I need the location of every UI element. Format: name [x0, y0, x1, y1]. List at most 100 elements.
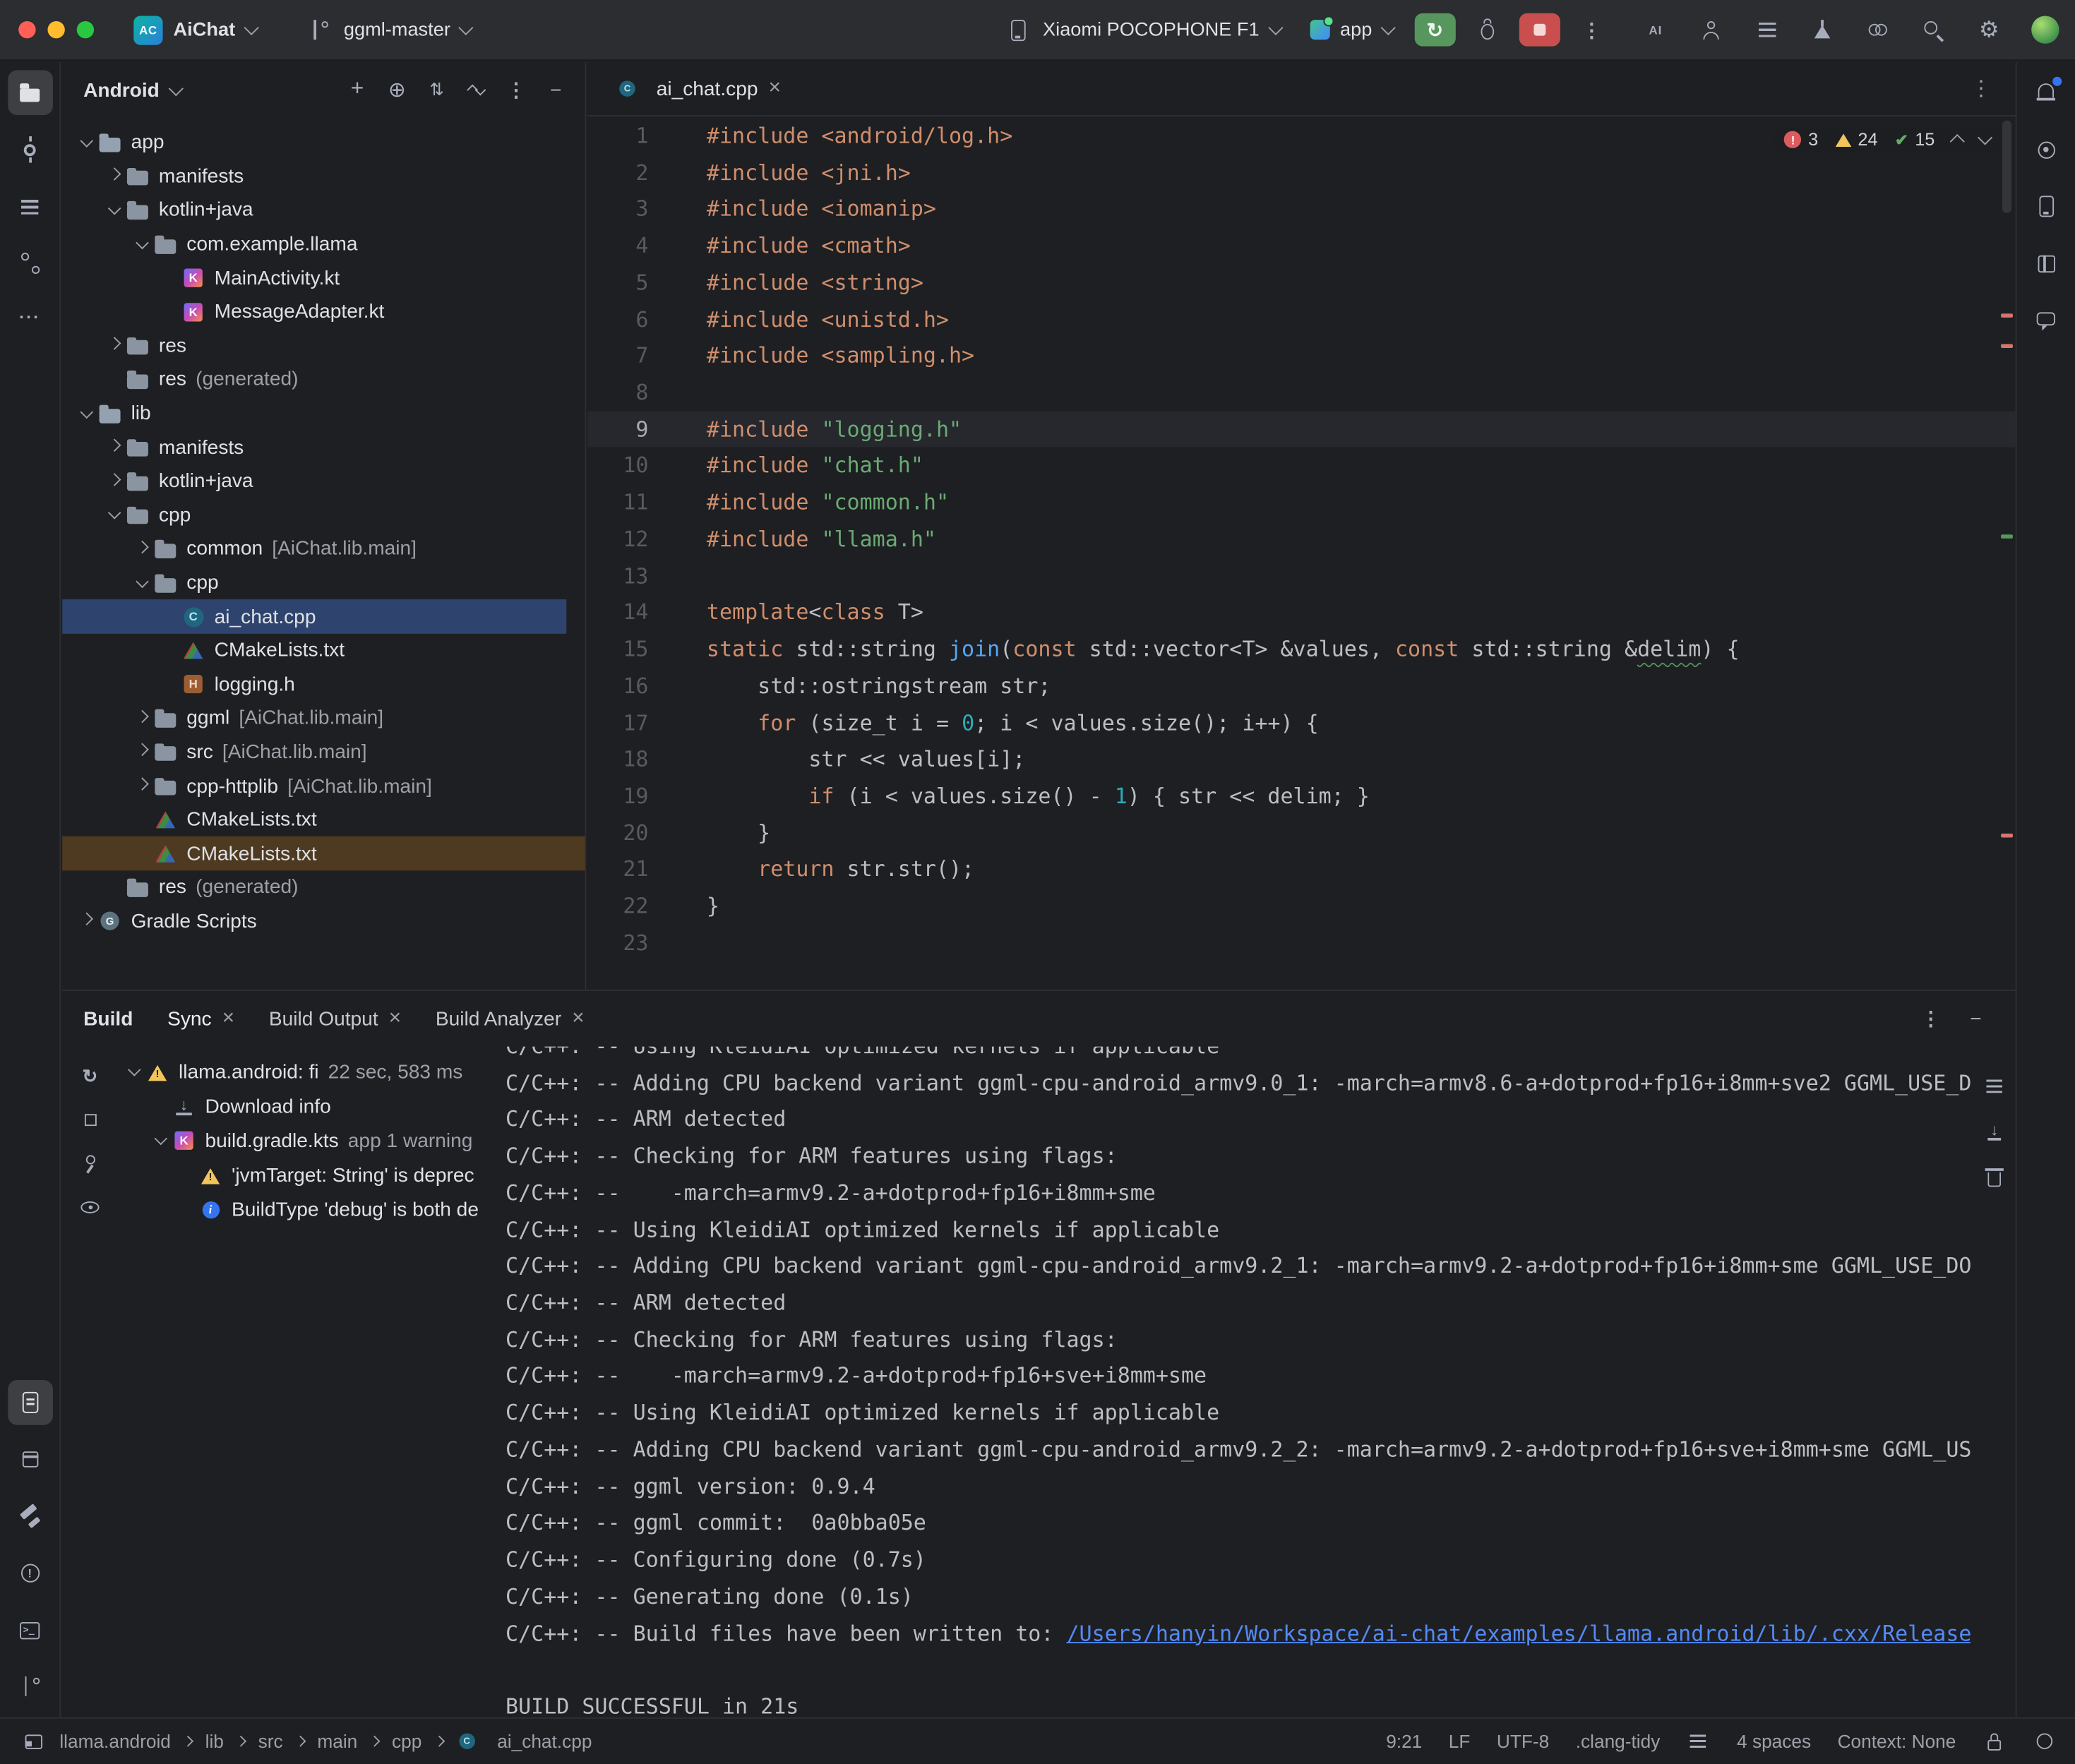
indent-size[interactable]: 4 spaces — [1737, 1731, 1811, 1752]
code-line[interactable]: 17 for (size_t i = 0; i < values.size();… — [587, 704, 2015, 741]
line-number[interactable]: 7 — [587, 338, 677, 375]
chevron-collapsed-icon[interactable] — [107, 473, 121, 486]
code-line[interactable]: 21 return str.str(); — [587, 851, 2015, 888]
todo-list-icon[interactable] — [1747, 10, 1786, 49]
error-count[interactable]: 3 — [1784, 130, 1818, 150]
close-tab-icon[interactable]: × — [389, 1008, 402, 1029]
device-selector[interactable]: Xiaomi POCOPHONE F1 — [995, 11, 1288, 48]
chevron-collapsed-icon[interactable] — [135, 541, 148, 554]
add-icon[interactable] — [339, 71, 376, 108]
sync-project-icon[interactable] — [1858, 10, 1898, 49]
chevron-expanded-icon[interactable] — [127, 1063, 140, 1076]
build-tab-build-output[interactable]: Build Output× — [269, 1007, 401, 1030]
project-tree-item[interactable]: cpp — [62, 566, 566, 600]
version-control-tool-icon[interactable] — [7, 1664, 52, 1710]
terminal-tool-icon[interactable] — [7, 1607, 52, 1652]
more-options-icon[interactable] — [498, 71, 534, 108]
line-number[interactable]: 1 — [587, 118, 677, 155]
file-encoding[interactable]: UTF-8 — [1497, 1731, 1549, 1752]
build-tree-item[interactable]: BuildType 'debug' is both de — [115, 1192, 496, 1227]
line-number[interactable]: 11 — [587, 484, 677, 521]
error-stripe-mark[interactable] — [2001, 834, 2013, 838]
expand-all-icon[interactable] — [418, 71, 455, 108]
chevron-collapsed-icon[interactable] — [107, 337, 121, 351]
line-number[interactable]: 13 — [587, 558, 677, 594]
pull-requests-tool-icon[interactable] — [7, 241, 52, 286]
code-line[interactable]: 4#include <cmath> — [587, 228, 2015, 265]
breadcrumb-item[interactable]: lib — [205, 1731, 224, 1752]
next-problem-icon[interactable] — [1978, 130, 1992, 145]
scroll-to-end-icon[interactable] — [1975, 1112, 2012, 1149]
breadcrumb-item[interactable]: llama.android — [59, 1731, 171, 1752]
collapse-all-icon[interactable] — [458, 71, 495, 108]
code-line[interactable]: 5#include <string> — [587, 265, 2015, 301]
project-tree-item[interactable]: logging.h — [62, 668, 566, 702]
close-tab-icon[interactable]: × — [222, 1008, 235, 1029]
breadcrumb-item[interactable]: ai_chat.cpp — [497, 1731, 592, 1752]
run-config-selector[interactable]: app — [1302, 16, 1401, 44]
code-line[interactable]: 16 std::ostringstream str; — [587, 668, 2015, 704]
build-tab-build-analyzer[interactable]: Build Analyzer× — [436, 1007, 585, 1030]
layout-inspector-icon[interactable] — [2023, 241, 2069, 286]
code-line[interactable]: 14template<class T> — [587, 594, 2015, 631]
project-tree-item[interactable]: Gradle Scripts — [62, 904, 566, 938]
console-file-link[interactable]: /Users/hanyin/Workspace/ai-chat/examples… — [1066, 1620, 1971, 1645]
chevron-collapsed-icon[interactable] — [135, 710, 148, 724]
code-line[interactable]: 15static std::string join(const std::vec… — [587, 631, 2015, 668]
passed-count[interactable]: ✔15 — [1895, 130, 1935, 150]
inspections-widget[interactable]: 3 24 ✔15 — [1775, 126, 1999, 153]
code-line[interactable]: 3#include <iomanip> — [587, 191, 2015, 228]
zoom-window-button[interactable] — [77, 21, 94, 38]
chevron-expanded-icon[interactable] — [107, 507, 121, 520]
project-tree-item[interactable]: lib — [62, 397, 566, 431]
code-line[interactable]: 19 if (i < values.size() - 1) { str << d… — [587, 778, 2015, 815]
code-line[interactable]: 23 — [587, 925, 2015, 961]
problems-tool-icon[interactable] — [7, 1551, 52, 1596]
project-tree-item[interactable]: manifests — [62, 431, 566, 464]
build-tree-item[interactable]: Download info — [115, 1089, 496, 1124]
error-stripe-mark[interactable] — [2001, 344, 2013, 348]
formatter-icon[interactable] — [1687, 1729, 1711, 1753]
build-tree-item[interactable]: llama.android: fi22 sec, 583 ms — [115, 1055, 496, 1089]
line-number[interactable]: 9 — [587, 411, 677, 448]
chevron-expanded-icon[interactable] — [135, 575, 148, 588]
project-tree-item[interactable]: CMakeLists.txt — [62, 803, 566, 837]
breadcrumb-item[interactable]: cpp — [392, 1731, 421, 1752]
project-tree-item[interactable]: CMakeLists.txt — [62, 634, 566, 668]
line-number[interactable]: 22 — [587, 888, 677, 925]
chevron-collapsed-icon[interactable] — [135, 743, 148, 757]
chevron-collapsed-icon[interactable] — [80, 913, 93, 926]
build-window-title[interactable]: Build — [83, 1007, 133, 1030]
soft-wrap-icon[interactable] — [1975, 1068, 2012, 1105]
project-tree-item[interactable]: kotlin+java — [62, 193, 566, 227]
ai-assistant-icon[interactable] — [1636, 10, 1675, 49]
line-number[interactable]: 17 — [587, 704, 677, 741]
warning-count[interactable]: 24 — [1836, 130, 1878, 150]
project-tree-item[interactable]: ai_chat.cpp — [62, 600, 566, 634]
chevron-collapsed-icon[interactable] — [135, 777, 148, 791]
line-number[interactable]: 16 — [587, 668, 677, 704]
vcs-branch-widget[interactable]: ggml-master — [296, 11, 479, 48]
breadcrumb-item[interactable]: src — [258, 1731, 283, 1752]
clang-tidy-status[interactable]: .clang-tidy — [1576, 1731, 1661, 1752]
rerun-icon[interactable] — [71, 1057, 108, 1094]
build-tool-icon[interactable] — [7, 1494, 52, 1539]
project-tree-item[interactable]: res(generated) — [62, 363, 566, 397]
close-tab-icon[interactable]: × — [572, 1008, 585, 1029]
line-number[interactable]: 18 — [587, 741, 677, 778]
project-tree-item[interactable]: com.example.llama — [62, 227, 566, 261]
build-tree-item[interactable]: build.gradle.ktsapp 1 warning — [115, 1123, 496, 1158]
line-number[interactable]: 4 — [587, 228, 677, 265]
logcat-tool-icon[interactable] — [7, 1380, 52, 1425]
line-number[interactable]: 21 — [587, 851, 677, 888]
project-view-selector[interactable]: Android — [83, 79, 181, 102]
ai-context[interactable]: Context: None — [1838, 1731, 1956, 1752]
line-number[interactable]: 2 — [587, 155, 677, 191]
line-number[interactable]: 12 — [587, 521, 677, 558]
project-tree-item[interactable]: MainActivity.kt — [62, 261, 566, 295]
gradle-tool-icon[interactable] — [2023, 127, 2069, 172]
window-icon[interactable] — [18, 1727, 47, 1756]
code-line[interactable]: 13 — [587, 558, 2015, 594]
project-tree-item[interactable]: cpp — [62, 498, 566, 532]
structure-tool-icon[interactable] — [7, 184, 52, 229]
